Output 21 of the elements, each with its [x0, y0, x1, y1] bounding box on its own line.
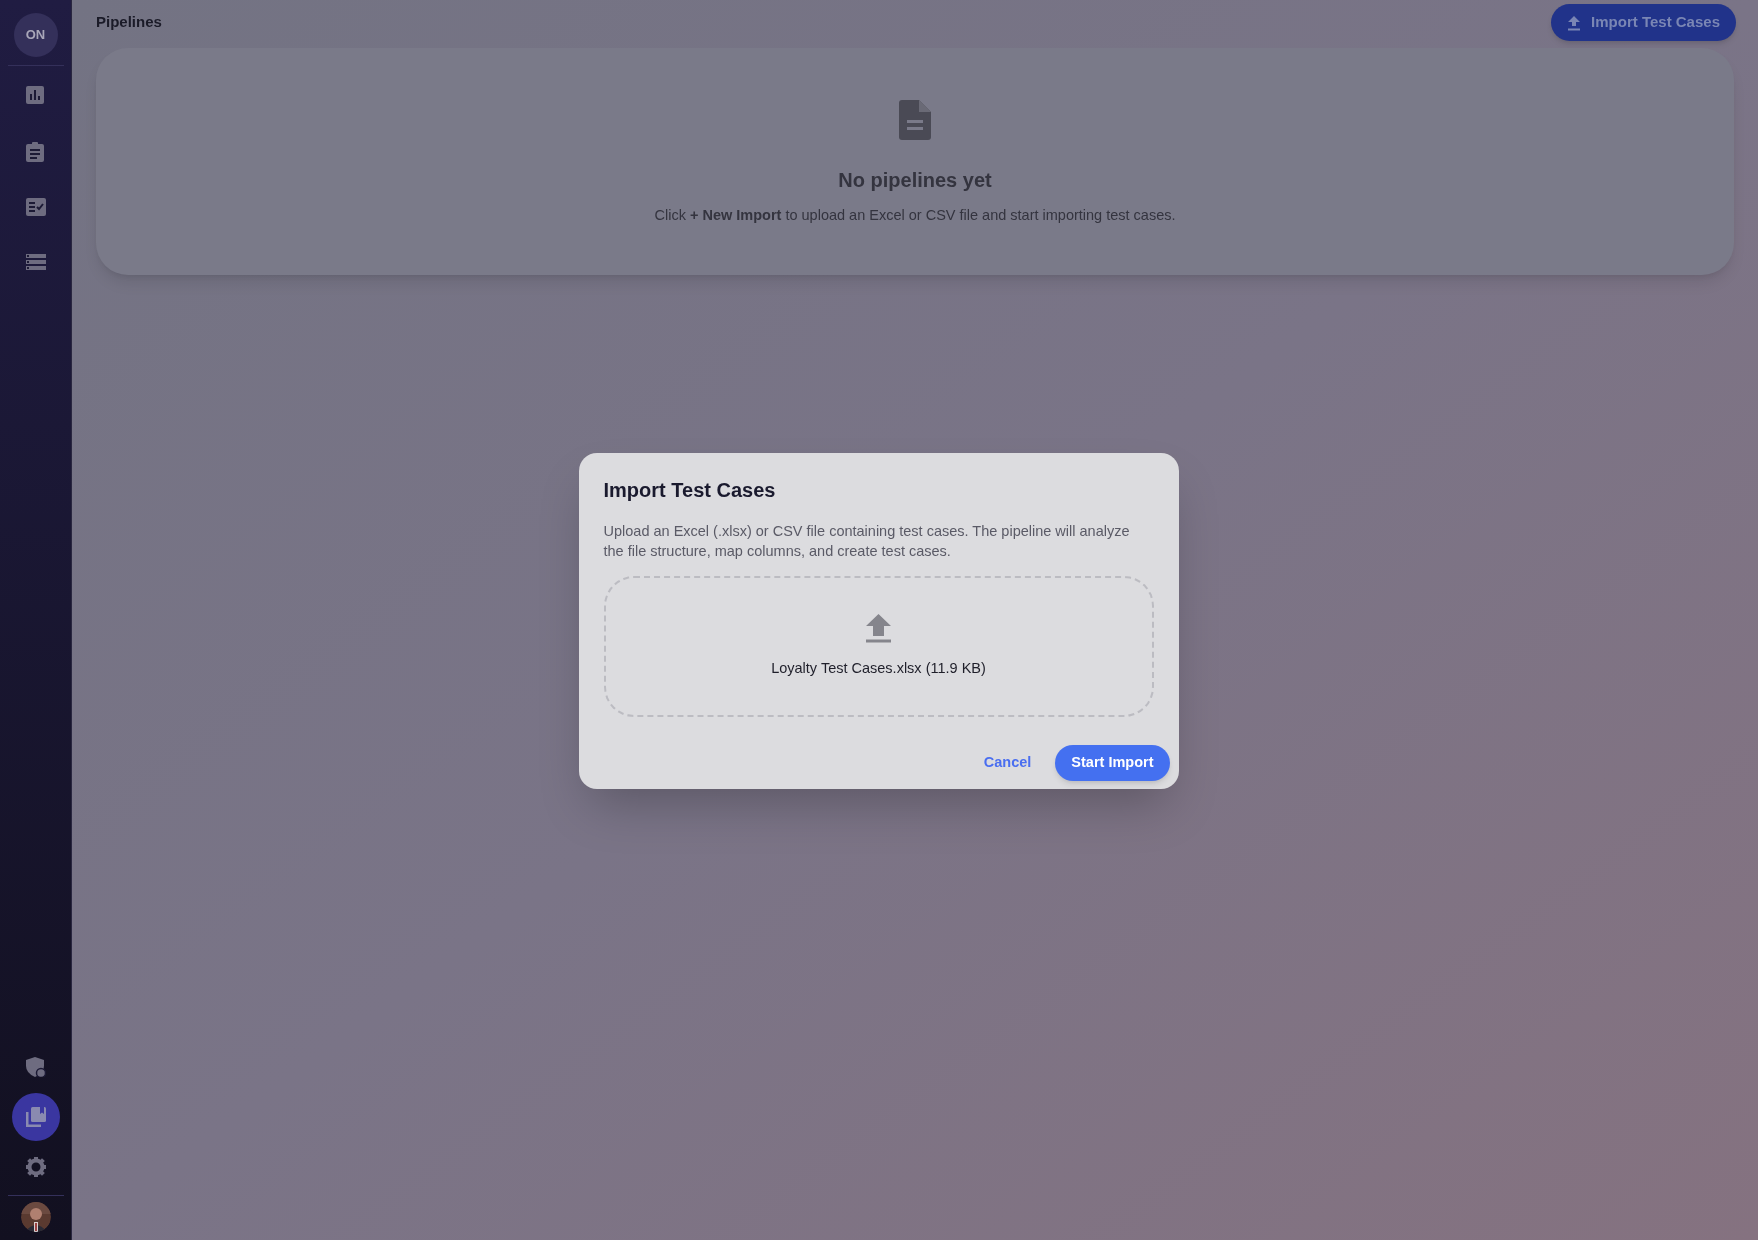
empty-title: No pipelines yet [838, 168, 992, 193]
file-name: Loyalty Test Cases.xlsx (11.9 KB) [771, 658, 986, 678]
shield-icon [25, 1057, 46, 1077]
start-import-button[interactable]: Start Import [1055, 745, 1170, 781]
settings-icon [25, 1157, 46, 1177]
upload-icon [1567, 14, 1582, 31]
book-stack-icon [25, 1107, 46, 1127]
upload-icon [866, 613, 891, 643]
clipboard-icon [25, 142, 46, 162]
import-button[interactable]: Import Test Cases [1551, 4, 1736, 41]
nav-item[interactable] [11, 1093, 60, 1141]
page-title: Pipelines [96, 12, 162, 33]
dialog-title: Import Test Cases [603, 478, 777, 503]
checklist-icon [25, 198, 46, 218]
logo-badge[interactable]: ON [13, 13, 58, 57]
dialog-description: Upload an Excel (.xlsx) or CSV file containing test cases. The pipeline will analyze the file structure, map columns, and create test cases. [603, 522, 1131, 561]
empty-message: Click + New Import to upload an Excel or CSV file and start importing test cases. [654, 206, 1176, 225]
file-drop-zone[interactable]: Loyalty Test Cases.xlsx (11.9 KB) [603, 576, 1154, 717]
chart-icon [25, 86, 46, 106]
cancel-button[interactable]: Cancel [981, 745, 1034, 781]
document-icon [899, 100, 931, 140]
